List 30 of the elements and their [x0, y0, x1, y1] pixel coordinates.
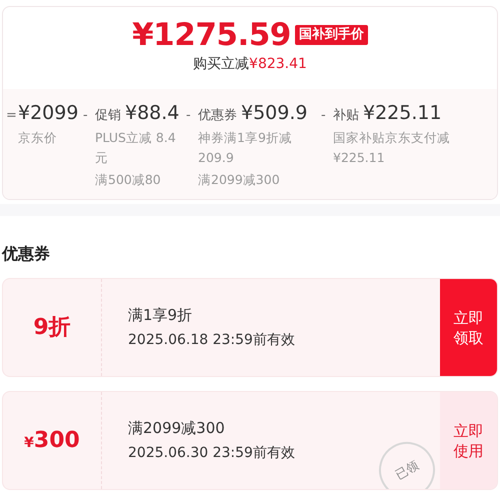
operator-sign: - — [83, 107, 89, 125]
breakdown-amount: ¥2099 — [18, 101, 78, 125]
final-price: ¥1275.59 — [132, 17, 291, 53]
coupon-value: 9折 — [33, 314, 71, 342]
operator-sign: = — [6, 107, 14, 125]
breakdown-amount: ¥225.11 — [363, 101, 442, 125]
coupon-condition: 满1享9折 — [128, 304, 194, 326]
coupon-value: ¥300 — [24, 427, 80, 455]
breakdown-note: 满2099减300 — [197, 170, 281, 188]
saving-label: 购买立减 — [193, 55, 250, 74]
breakdown-amount: ¥509.9 — [241, 101, 308, 125]
coupon-validity: 2025.06.30 23:59前有效 — [128, 444, 296, 464]
coupon-condition: 满2099减300 — [128, 418, 226, 439]
operator-sign: - — [186, 107, 192, 125]
breakdown-note: 国家补贴京东支付减¥225.11 — [332, 128, 451, 166]
coupon-action-button[interactable]: 立即领取 — [440, 279, 497, 376]
section-title: 优惠券 — [0, 243, 51, 265]
breakdown-note: PLUS立减 8.4元 — [94, 128, 177, 166]
breakdown-label: 补贴 — [333, 107, 359, 125]
coupon-validity: 2025.06.18 23:59前有效 — [128, 331, 296, 350]
breakdown-amount: ¥88.4 — [125, 101, 180, 125]
coupon-action-button[interactable]: 立即使用 — [440, 392, 497, 489]
saving-amount: ¥823.41 — [249, 55, 307, 74]
operator-sign: - — [321, 107, 327, 125]
breakdown-note: 满500减80 — [94, 170, 162, 188]
breakdown-label: 促销 — [95, 107, 121, 125]
breakdown-note: 神券满1享9折减209.9 — [197, 128, 293, 166]
price-badge: 国补到手价 — [294, 25, 368, 45]
breakdown-note: 京东价 — [17, 128, 58, 146]
breakdown-label: 优惠券 — [198, 107, 237, 125]
